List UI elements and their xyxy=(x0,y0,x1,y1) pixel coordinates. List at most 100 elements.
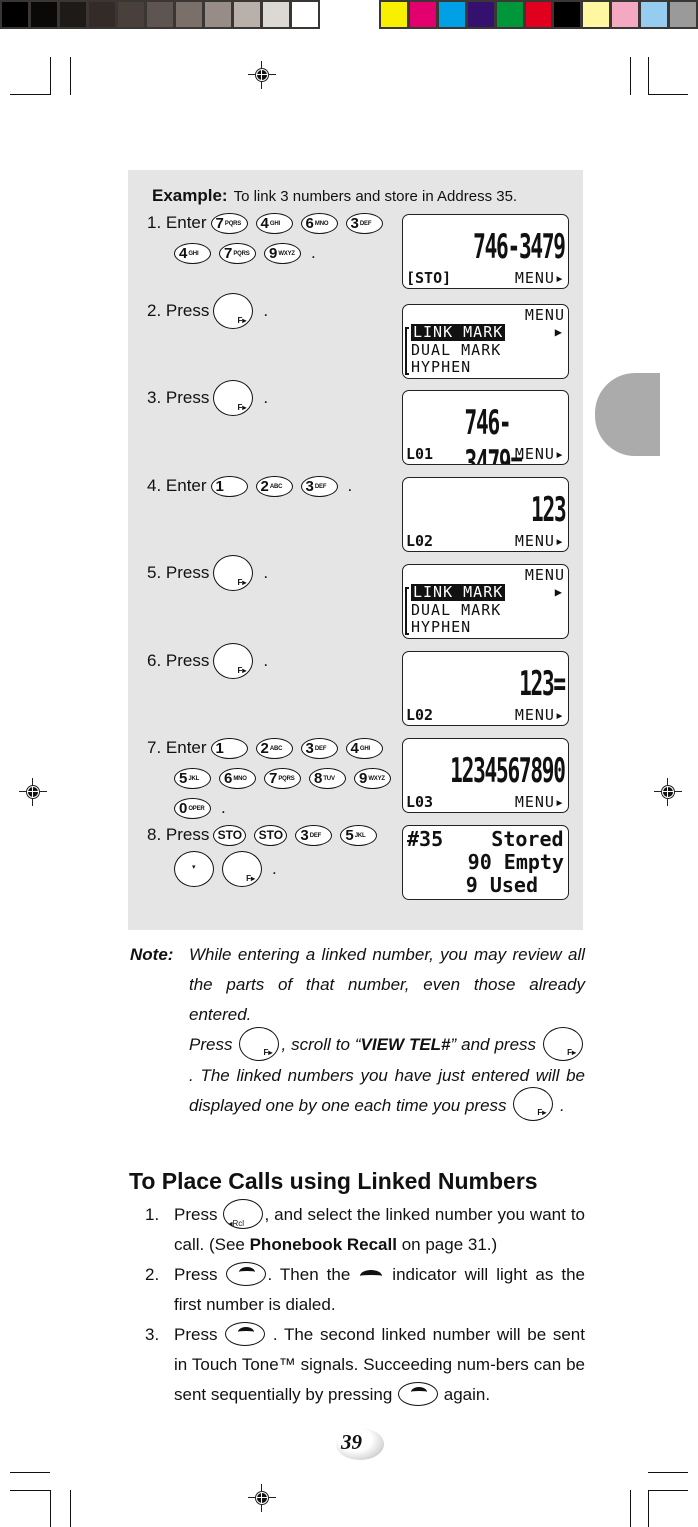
key-letters: DEF xyxy=(314,745,327,752)
lcd-number: 123 xyxy=(530,490,567,530)
recall-key[interactable]: ◂Rcl xyxy=(223,1199,264,1230)
lcd-used-count: 9 Used xyxy=(465,873,538,897)
key-digit: 8 xyxy=(314,770,323,787)
note-body: While entering a linked number, you may … xyxy=(189,940,585,1122)
function-key-icon: F▸ xyxy=(537,1108,547,1118)
crop-mark xyxy=(630,57,631,95)
keypad-key-4[interactable]: 4 GHI xyxy=(174,243,211,264)
keypad-key-4[interactable]: 4 GHI xyxy=(255,213,293,234)
lcd-number: 746-3479 xyxy=(473,227,566,267)
keypad-key-1[interactable]: 1 xyxy=(210,738,248,759)
lcd-menu-softkey: MENU▸ xyxy=(514,532,565,550)
lcd-menu-item: DUAL MARK xyxy=(411,601,502,619)
keypad-key-3[interactable]: 3 DEF xyxy=(300,738,338,759)
step-8: 8. Press STO STO 3 DEF 5 JKL ▾ F▸. xyxy=(147,820,385,888)
keypad-key-7[interactable]: 7 PQRS xyxy=(264,768,301,789)
key-letters: DEF xyxy=(314,483,327,490)
step-label: 8. Press xyxy=(147,825,210,844)
keypad-key-5[interactable]: 5 JKL xyxy=(174,768,211,789)
function-key[interactable]: F▸ xyxy=(213,555,254,591)
keypad-key-3[interactable]: 3 DEF xyxy=(300,476,338,497)
menu-scroll-bracket xyxy=(405,327,409,375)
keypad-key-8[interactable]: 8 TUV xyxy=(309,768,346,789)
color-swatch xyxy=(31,2,57,27)
registration-mark-icon xyxy=(654,778,682,806)
function-key[interactable]: F▸ xyxy=(213,380,254,416)
step-label: 5. Press xyxy=(147,563,210,582)
step-label: 6. Press xyxy=(147,651,210,670)
step-label: 4. Enter xyxy=(147,476,207,495)
chapter-tab xyxy=(595,373,660,456)
sto-key[interactable]: STO xyxy=(213,824,247,846)
lcd-menu-item: HYPHEN xyxy=(411,618,472,636)
keypad-key-6[interactable]: 6 MNO xyxy=(219,768,256,789)
step-text: Press xyxy=(174,1325,225,1344)
step-text: Press xyxy=(174,1265,226,1284)
calls-instructions: 1. Press ◂Rcl, and select the linked num… xyxy=(145,1199,585,1410)
lcd-screen-4: 123 L02 MENU▸ xyxy=(402,477,569,552)
keypad-key-1[interactable]: 1 xyxy=(210,476,248,497)
example-label: Example: xyxy=(152,186,228,205)
keypad-key-9[interactable]: 9 WXYZ xyxy=(264,243,301,264)
color-swatch xyxy=(147,2,173,27)
keypad-key-6[interactable]: 6 MNO xyxy=(300,213,338,234)
color-calibration-bar xyxy=(379,0,698,29)
keypad-key-5[interactable]: 5 JKL xyxy=(340,825,378,846)
key-digit: 2 xyxy=(260,740,269,757)
function-key-icon: F▸ xyxy=(237,578,247,587)
step-text: Press xyxy=(174,1205,223,1224)
lcd-screen-6: 123= L02 MENU▸ xyxy=(402,651,569,726)
keypad-key-2[interactable]: 2 ABC xyxy=(255,738,293,759)
color-swatch xyxy=(525,2,552,27)
function-key[interactable]: F▸ xyxy=(213,293,254,329)
crop-mark xyxy=(648,94,688,95)
function-key[interactable]: F▸ xyxy=(213,643,254,679)
key-digit: 3 xyxy=(305,478,314,495)
step-5: 5. Press F▸. xyxy=(147,555,269,591)
scroll-down-key[interactable]: ▾ xyxy=(174,851,214,887)
key-letters: ABC xyxy=(269,483,283,490)
keypad-key-3[interactable]: 3 DEF xyxy=(345,213,383,234)
key-group: 1 2 ABC 3 DEF xyxy=(210,471,346,501)
key-letters: JKL xyxy=(188,775,200,782)
keypad-key-3[interactable]: 3 DEF xyxy=(295,825,333,846)
lcd-menu-title: MENU xyxy=(524,306,565,324)
call-step-1: 1. Press ◂Rcl, and select the linked num… xyxy=(145,1199,585,1260)
key-digit: 5 xyxy=(179,770,188,787)
note-text: ” and press xyxy=(450,1035,537,1054)
color-swatch xyxy=(292,2,318,27)
function-key[interactable]: F▸ xyxy=(239,1026,280,1061)
keypad-key-9[interactable]: 9 WXYZ xyxy=(354,768,391,789)
key-letters: PQRS xyxy=(233,250,250,257)
note-label: Note: xyxy=(130,945,174,964)
keypad-key-7[interactable]: 7 PQRS xyxy=(219,243,256,264)
period: . xyxy=(347,476,353,495)
step-7: 7. Enter 1 2 ABC 3 DEF 4 GHI 5 JKL 6 MNO 7 PQRS 8 TUV 9… xyxy=(147,733,399,823)
key-digit: 4 xyxy=(350,740,359,757)
keypad-key-2[interactable]: 2 ABC xyxy=(255,476,293,497)
function-key[interactable]: F▸ xyxy=(222,851,262,887)
lcd-screen-1: 746-3479 [STO] MENU▸ xyxy=(402,214,569,289)
lcd-screen-3: 746-3479= L01 MENU▸ xyxy=(402,390,569,465)
function-key-icon: F▸ xyxy=(263,1047,273,1057)
period: . xyxy=(263,563,269,582)
talk-key[interactable] xyxy=(225,1322,266,1347)
period: . xyxy=(263,301,269,320)
period: . xyxy=(272,859,277,878)
talk-key[interactable] xyxy=(398,1382,439,1407)
keypad-key-4[interactable]: 4 GHI xyxy=(345,738,383,759)
key-label: STO xyxy=(258,828,284,842)
keypad-key-0[interactable]: 0 OPER xyxy=(174,798,211,819)
key-group: 7 PQRS 4 GHI 6 MNO 3 DEF xyxy=(210,208,391,238)
key-digit: 4 xyxy=(260,215,269,232)
step-1: 1. Enter 7 PQRS 4 GHI 6 MNO 3 DEF 4 GHI 7 PQRS 9 WXYZ… xyxy=(147,208,391,268)
color-swatch xyxy=(409,2,436,27)
key-letters: MNO xyxy=(314,220,329,227)
function-key[interactable]: F▸ xyxy=(543,1026,583,1061)
sto-key[interactable]: STO xyxy=(254,824,288,846)
period: . xyxy=(263,651,269,670)
key-digit: 6 xyxy=(224,770,233,787)
talk-key[interactable] xyxy=(226,1262,267,1287)
keypad-key-7[interactable]: 7 PQRS xyxy=(210,213,248,234)
function-key[interactable]: F▸ xyxy=(513,1087,554,1122)
